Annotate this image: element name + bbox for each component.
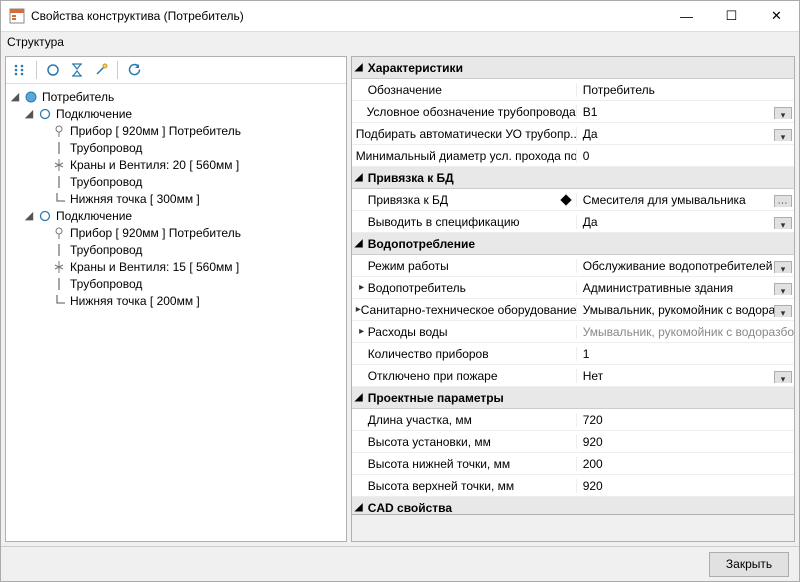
tree-item[interactable]: Прибор [ 920мм ] Потребитель [8,122,344,139]
diamond-icon [560,194,571,205]
toolbar-wand-icon[interactable] [91,60,111,80]
tree[interactable]: ◢Потребитель ◢Подключение Прибор [ 920мм… [6,84,346,541]
expand-icon[interactable]: ▸ [356,326,368,337]
tree-item[interactable]: Нижняя точка [ 200мм ] [8,292,344,309]
tree-item[interactable]: Трубопровод [8,241,344,258]
category-design-params[interactable]: ◢Проектные параметры [352,387,794,409]
chevron-down-icon[interactable]: ▾ [774,129,792,141]
property-panel: ◢Характеристики ОбозначениеПотребитель У… [351,56,795,542]
prop-consumer[interactable]: ▸ВодопотребительАдминистративные здания▾ [352,277,794,299]
category-characteristics[interactable]: ◢Характеристики [352,57,794,79]
tree-item[interactable]: Нижняя точка [ 300мм ] [8,190,344,207]
collapse-icon[interactable]: ◢ [352,172,366,183]
maximize-button[interactable]: ☐ [709,1,754,31]
window: Свойства конструктива (Потребитель) — ☐ … [0,0,800,582]
toolbar-hourglass-icon[interactable] [67,60,87,80]
category-cad[interactable]: ◢CAD свойства [352,497,794,514]
ellipsis-button[interactable]: ⋯ [774,195,792,207]
collapse-icon[interactable]: ◢ [22,107,36,120]
chevron-down-icon[interactable]: ▾ [774,107,792,119]
collapse-icon[interactable]: ◢ [8,90,22,103]
tree-item[interactable]: Прибор [ 920мм ] Потребитель [8,224,344,241]
pipe-icon [51,140,67,156]
tree-item[interactable]: Трубопровод [8,139,344,156]
connection-icon [37,106,53,122]
toolbar-refresh-icon[interactable] [124,60,144,80]
prop-designation[interactable]: ОбозначениеПотребитель [352,79,794,101]
chevron-down-icon[interactable]: ▾ [774,305,792,317]
menubar: Структура [1,32,799,52]
prop-section-length[interactable]: Длина участка, мм720 [352,409,794,431]
connection-icon [37,208,53,224]
prop-device-count[interactable]: Количество приборов1 [352,343,794,365]
window-buttons: — ☐ ✕ [664,1,799,31]
app-icon [9,8,25,24]
elbow-icon [51,191,67,207]
collapse-icon[interactable]: ◢ [22,209,36,222]
tree-root[interactable]: ◢Потребитель [8,88,344,105]
tree-toolbar [6,57,346,84]
expand-icon[interactable]: ▸ [356,282,368,293]
prop-pipe-symbol[interactable]: Условное обозначение трубопроводаВ1▾ [352,101,794,123]
chevron-down-icon[interactable]: ▾ [774,283,792,295]
menu-structure[interactable]: Структура [7,35,64,49]
prop-low-height[interactable]: Высота нижней точки, мм200 [352,453,794,475]
prop-fire-off[interactable]: Отключено при пожареНет▾ [352,365,794,387]
minimize-button[interactable]: — [664,1,709,31]
chevron-down-icon[interactable]: ▾ [774,371,792,383]
window-title: Свойства конструктива (Потребитель) [31,9,664,23]
tree-item[interactable]: Трубопровод [8,173,344,190]
close-dialog-button[interactable]: Закрыть [709,552,789,577]
titlebar: Свойства конструктива (Потребитель) — ☐ … [1,1,799,32]
valve-icon [51,259,67,275]
tree-panel: ◢Потребитель ◢Подключение Прибор [ 920мм… [5,56,347,542]
prop-install-height[interactable]: Высота установки, мм920 [352,431,794,453]
collapse-icon[interactable]: ◢ [352,238,366,249]
prop-auto-uo[interactable]: Подбирать автоматически УО трубопр...Да▾ [352,123,794,145]
tree-connection-1[interactable]: ◢Подключение [8,105,344,122]
toolbar-dots-icon[interactable] [10,60,30,80]
category-db-link[interactable]: ◢Привязка к БД [352,167,794,189]
dialog-footer: Закрыть [1,546,799,581]
prop-db-link[interactable]: Привязка к БДСмесителя для умывальника⋯ [352,189,794,211]
chevron-down-icon[interactable]: ▾ [774,261,792,273]
property-grid[interactable]: ◢Характеристики ОбозначениеПотребитель У… [352,57,794,514]
prop-sanitary[interactable]: ▸Санитарно-техническое оборудованиеУмыва… [352,299,794,321]
prop-to-spec[interactable]: Выводить в спецификациюДа▾ [352,211,794,233]
valve-icon [51,157,67,173]
device-icon [51,123,67,139]
device-icon [51,225,67,241]
toolbar-circle-icon[interactable] [43,60,63,80]
property-description-area [352,514,794,541]
prop-min-diameter[interactable]: Минимальный диаметр усл. прохода по...0 [352,145,794,167]
elbow-icon [51,293,67,309]
prop-high-height[interactable]: Высота верхней точки, мм920 [352,475,794,497]
pipe-icon [51,276,67,292]
collapse-icon[interactable]: ◢ [352,392,366,403]
tree-connection-2[interactable]: ◢Подключение [8,207,344,224]
category-water-consumption[interactable]: ◢Водопотребление [352,233,794,255]
pipe-icon [51,174,67,190]
prop-flows[interactable]: ▸Расходы водыУмывальник, рукомойник с во… [352,321,794,343]
consumer-icon [23,89,39,105]
close-button[interactable]: ✕ [754,1,799,31]
prop-mode[interactable]: Режим работыОбслуживание водопотребителе… [352,255,794,277]
tree-item[interactable]: Краны и Вентиля: 20 [ 560мм ] [8,156,344,173]
collapse-icon[interactable]: ◢ [352,502,366,513]
pipe-icon [51,242,67,258]
chevron-down-icon[interactable]: ▾ [774,217,792,229]
tree-item[interactable]: Трубопровод [8,275,344,292]
tree-item[interactable]: Краны и Вентиля: 15 [ 560мм ] [8,258,344,275]
collapse-icon[interactable]: ◢ [352,62,366,73]
